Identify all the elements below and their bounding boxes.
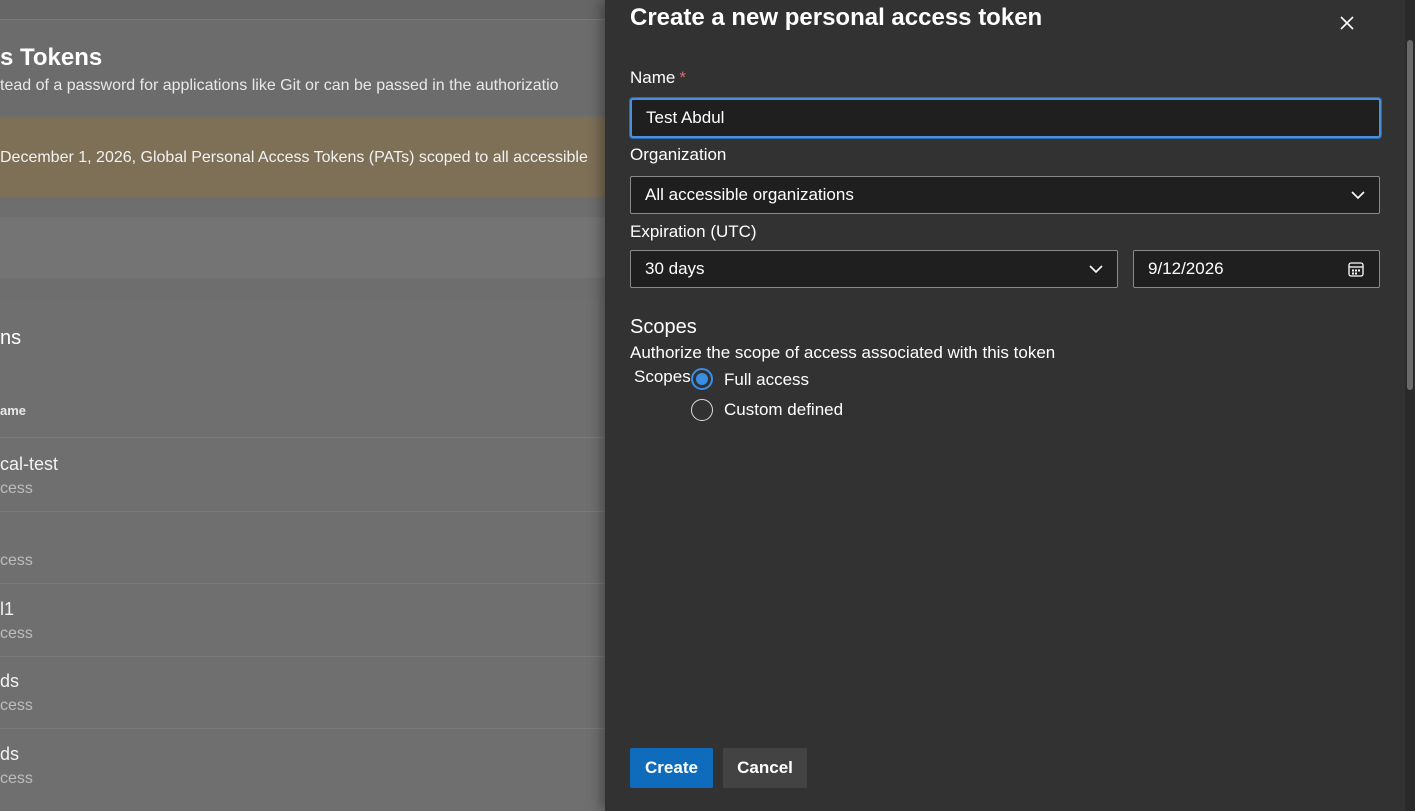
background-column-header: ame	[0, 403, 27, 418]
expiration-label: Expiration (UTC)	[630, 222, 757, 241]
table-row-scope: cess	[0, 770, 33, 787]
scopes-heading: Scopes	[630, 316, 697, 338]
scopes-description: Authorize the scope of access associated…	[630, 343, 1056, 362]
close-icon	[1340, 16, 1354, 30]
table-row-scope: cess	[0, 697, 33, 714]
close-button[interactable]	[1332, 8, 1362, 38]
organization-label: Organization	[630, 145, 727, 164]
custom-defined-radio[interactable]	[691, 399, 713, 421]
scopes-label: Scopes	[634, 367, 691, 386]
organization-selected-value: All accessible organizations	[645, 185, 854, 204]
panel-scrollbar[interactable]	[1405, 0, 1415, 811]
create-token-panel: Create a new personal access token Name *…	[605, 0, 1405, 811]
table-row-scope: cess	[0, 480, 33, 497]
table-row-name: ds	[0, 671, 20, 691]
chevron-down-icon	[1089, 265, 1103, 274]
custom-defined-label[interactable]: Custom defined	[724, 400, 843, 420]
expiration-date-value: 9/12/2026	[1148, 259, 1224, 278]
background-list-title: ns	[0, 327, 22, 349]
panel-title: Create a new personal access token	[630, 4, 1043, 31]
create-button[interactable]: Create	[630, 748, 713, 788]
background-banner-text: December 1, 2026, Global Personal Access…	[0, 149, 588, 166]
table-row-name: l1	[0, 599, 15, 619]
table-row-name: ds	[0, 744, 20, 764]
scrollbar-thumb[interactable]	[1407, 40, 1413, 390]
name-label: Name *	[630, 68, 686, 88]
token-name-input[interactable]	[630, 98, 1381, 138]
expiration-date-picker[interactable]: 9/12/2026	[1133, 250, 1380, 288]
organization-dropdown[interactable]: All accessible organizations	[630, 176, 1380, 214]
name-label-text: Name	[630, 68, 676, 87]
full-access-radio[interactable]	[691, 368, 713, 390]
chevron-down-icon	[1351, 191, 1365, 200]
table-row-scope: cess	[0, 625, 33, 642]
table-row-scope: cess	[0, 552, 33, 569]
background-page-description: tead of a password for applications like…	[0, 77, 559, 94]
calendar-icon[interactable]	[1347, 260, 1365, 278]
table-row-name: cal-test	[0, 454, 59, 474]
background-page-title: s Tokens	[0, 44, 103, 71]
expiration-selected-value: 30 days	[645, 259, 705, 278]
required-indicator: *	[679, 68, 686, 87]
expiration-dropdown[interactable]: 30 days	[630, 250, 1118, 288]
cancel-button[interactable]: Cancel	[723, 748, 807, 788]
full-access-label[interactable]: Full access	[724, 370, 809, 390]
